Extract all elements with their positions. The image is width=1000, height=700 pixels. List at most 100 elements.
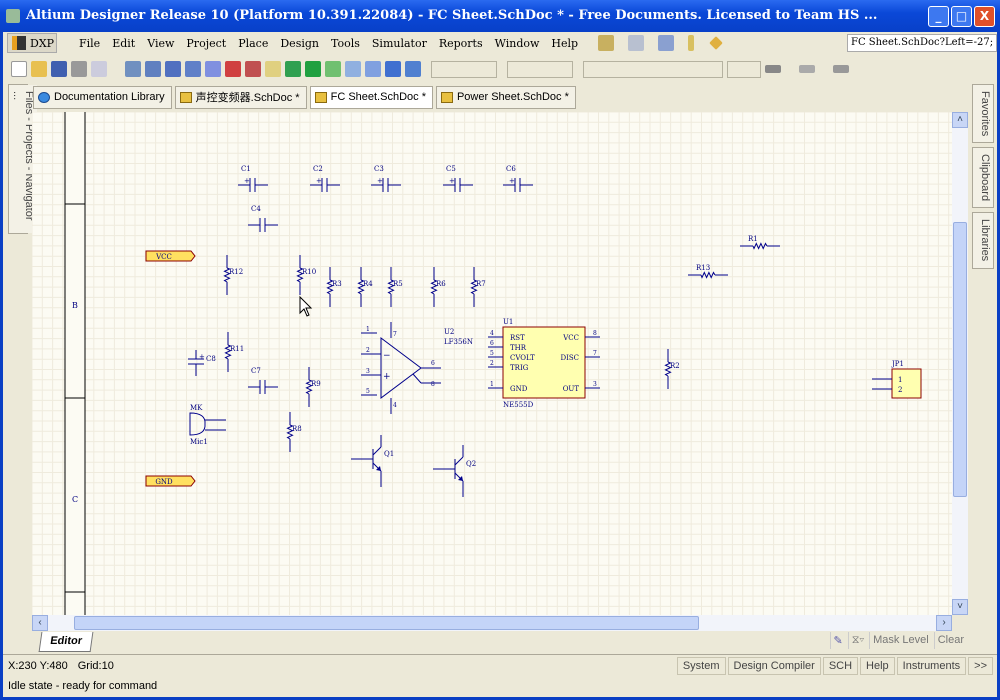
menu-reports[interactable]: Reports	[433, 37, 489, 50]
port-gnd[interactable]: GND	[145, 475, 196, 487]
status-button-sch[interactable]: SCH	[822, 656, 859, 675]
left-panel-tab[interactable]: Files - Projects - Navigator ...	[8, 84, 37, 234]
resistor-r2[interactable]: R2	[664, 349, 680, 389]
sheet-location-field[interactable]: FC Sheet.SchDoc?Left=-27;	[847, 34, 997, 52]
capacitor-c1[interactable]: + C1	[238, 165, 268, 192]
status-button-system[interactable]: System	[676, 656, 726, 675]
gnd-icon[interactable]	[225, 61, 241, 77]
menu-view[interactable]: View	[141, 37, 180, 50]
document-tab[interactable]: Power Sheet.SchDoc *	[435, 85, 576, 109]
resistor-r5[interactable]: R5	[387, 267, 403, 307]
minimize-button[interactable]: _	[928, 6, 949, 27]
status-button-help[interactable]: Help	[860, 656, 895, 675]
ic-u1[interactable]: 4 RST 6 THR 5 CVOLT 2 TRIG 1 GND 8 VCC 7 DISC 3 OUT U1 NE…	[488, 318, 600, 409]
capacitor-c3[interactable]: + C3	[371, 165, 401, 192]
part-icon[interactable]	[688, 35, 695, 51]
net-label-icon[interactable]	[185, 61, 201, 77]
filter-icon[interactable]: ⧖▿	[847, 632, 867, 649]
netlabel-icon[interactable]	[205, 61, 221, 77]
combo-3[interactable]	[583, 60, 723, 78]
harness-icon[interactable]	[345, 61, 361, 77]
status-button-design-compiler[interactable]: Design Compiler	[727, 656, 821, 675]
menu-simulator[interactable]: Simulator	[366, 37, 433, 50]
dxp-menu[interactable]: DXP	[7, 33, 57, 53]
bus-icon[interactable]	[145, 61, 161, 77]
menu-project[interactable]: Project	[180, 37, 232, 50]
directive-icon[interactable]	[709, 36, 723, 50]
panel-tab-clipboard[interactable]: Clipboard	[972, 147, 994, 209]
distribute-icon[interactable]	[799, 65, 815, 73]
close-button[interactable]: X	[974, 6, 995, 27]
harness-connector-icon[interactable]	[385, 61, 401, 77]
clear-button[interactable]: Clear	[933, 632, 967, 649]
clear-filter-icon[interactable]: ✎	[829, 632, 846, 649]
scroll-down-button[interactable]: ˅	[952, 599, 968, 615]
transistor-q1[interactable]: Q1	[351, 435, 394, 487]
panel-tab-libraries[interactable]: Libraries	[972, 212, 994, 269]
save-icon[interactable]	[51, 61, 67, 77]
document-tab[interactable]: 声控变频器.SchDoc *	[174, 85, 307, 109]
capacitor-c5[interactable]: + C5	[443, 165, 473, 192]
port-icon[interactable]	[265, 61, 281, 77]
horizontal-scroll-thumb[interactable]	[74, 616, 699, 630]
vertical-scroll-thumb[interactable]	[953, 222, 967, 497]
capacitor-c4[interactable]: C4	[248, 205, 278, 232]
schematic-canvas[interactable]: B C VCC GND + C1 + C2 + C3 + C5 + C6 C4 C7 + C8 R12 R10 R3 R4…	[32, 112, 952, 615]
document-tab[interactable]: FC Sheet.SchDoc *	[309, 85, 433, 109]
resistor-r4[interactable]: R4	[357, 267, 374, 307]
wire-icon[interactable]	[125, 61, 141, 77]
pin-number: 1	[898, 376, 902, 384]
open-icon[interactable]	[31, 61, 47, 77]
menu-place[interactable]: Place	[232, 37, 274, 50]
document-tab[interactable]: Documentation Library	[33, 85, 172, 109]
scroll-right-button[interactable]: ›	[936, 615, 952, 631]
harness-entry-icon[interactable]	[365, 61, 381, 77]
menu-tools[interactable]: Tools	[325, 37, 366, 50]
device-sheet-icon[interactable]	[325, 61, 341, 77]
resistor-r7[interactable]: R7	[470, 267, 486, 307]
sheet-symbol-icon[interactable]	[285, 61, 301, 77]
ground-power-icon[interactable]	[658, 35, 675, 51]
scroll-left-button[interactable]: ‹	[32, 615, 48, 631]
capacitor-c6[interactable]: + C6	[503, 165, 533, 192]
capacitor-c2[interactable]: + C2	[310, 165, 340, 192]
wire-tool-icon[interactable]	[598, 35, 615, 51]
menu-help[interactable]: Help	[545, 37, 584, 50]
vertical-scrollbar[interactable]: ˄ ˅	[952, 112, 968, 615]
print-icon[interactable]	[71, 61, 87, 77]
horizontal-scrollbar[interactable]: ‹ ›	[32, 615, 952, 631]
menu-window[interactable]: Window	[489, 37, 546, 50]
editor-tab[interactable]: Editor	[38, 632, 94, 652]
sheet-entry-icon[interactable]	[305, 61, 321, 77]
align-icon[interactable]	[765, 65, 781, 73]
new-icon[interactable]	[11, 61, 27, 77]
scroll-up-button[interactable]: ˄	[952, 112, 968, 128]
swap-icon[interactable]	[833, 65, 849, 73]
menu-design[interactable]: Design	[274, 37, 325, 50]
menu-file[interactable]: File	[73, 37, 106, 50]
resistor-r11[interactable]: R11	[224, 332, 245, 372]
print-preview-icon[interactable]	[91, 61, 107, 77]
bus-entry-icon[interactable]	[165, 61, 181, 77]
resistor-r9[interactable]: R9	[305, 367, 321, 407]
plus-sign: +	[509, 177, 515, 185]
menu-edit[interactable]: Edit	[106, 37, 141, 50]
combo-1[interactable]	[431, 60, 497, 78]
schematic-svg[interactable]: BCVCCGND+C1+C2+C3+C5+C6C4C7+ C8R12 R10R3 R4…	[32, 112, 952, 615]
port-vcc[interactable]: VCC	[145, 250, 196, 262]
combo-4[interactable]	[727, 60, 761, 78]
maximize-button[interactable]: □	[951, 6, 972, 27]
status-button-instruments[interactable]: Instruments	[896, 656, 967, 675]
header-jp1[interactable]: JP1 1 2	[872, 360, 922, 399]
combo-2[interactable]	[507, 60, 573, 78]
signal-harness-icon[interactable]	[405, 61, 421, 77]
mask-level-button[interactable]: Mask Level	[869, 632, 932, 649]
resistor-r3[interactable]: R3	[326, 267, 342, 307]
bus-tool-icon[interactable]	[628, 35, 645, 51]
resistor-r10[interactable]: R10	[296, 255, 317, 295]
panel-tab-favorites[interactable]: Favorites	[972, 84, 994, 144]
status-button--[interactable]: >>	[968, 656, 993, 675]
resistor-r12[interactable]: R12	[223, 255, 244, 295]
vcc-icon[interactable]	[245, 61, 261, 77]
capacitor-c8[interactable]: + C8	[188, 350, 216, 376]
